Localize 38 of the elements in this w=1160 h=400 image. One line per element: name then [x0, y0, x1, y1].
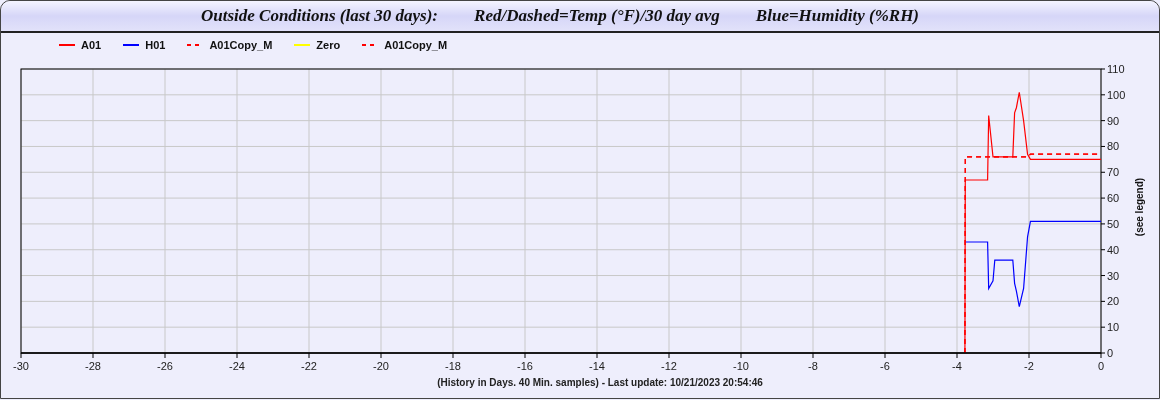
- x-tick-label: -6: [880, 360, 890, 372]
- x-tick-label: -22: [301, 360, 317, 372]
- y-tick-label: 80: [1107, 140, 1120, 153]
- y-tick-label: 30: [1107, 269, 1120, 282]
- x-tick-label: -16: [517, 360, 533, 372]
- x-tick-label: -20: [373, 360, 389, 372]
- x-tick-label: -28: [85, 360, 101, 372]
- legend-label: A01Copy_M: [384, 37, 448, 53]
- legend-label: Zero: [316, 37, 341, 53]
- chart-title: Blue=Humidity (%RH): [755, 5, 920, 28]
- x-tick-label: -2: [1024, 360, 1034, 372]
- y-tick-label: 20: [1107, 295, 1120, 308]
- x-tick-label: -30: [13, 360, 29, 372]
- footer-caption: (History in Days. 40 Min. samples) - Last update: 10/21/2023 20:54:46: [437, 376, 763, 390]
- y-tick-label: 40: [1107, 243, 1120, 256]
- y-tick-label: 90: [1107, 114, 1120, 127]
- y-tick-label: 100: [1107, 88, 1126, 101]
- y-tick-label: 110: [1107, 63, 1125, 75]
- legend-label: A01: [81, 37, 102, 53]
- legend-label: A01Copy_M: [209, 37, 273, 53]
- y-tick-label: 50: [1107, 217, 1120, 230]
- y-tick-label: 0: [1107, 347, 1114, 359]
- x-tick-label: -18: [445, 360, 461, 372]
- y-tick-label: 60: [1107, 192, 1120, 205]
- chart-title: Outside Conditions (last 30 days):: [200, 5, 439, 28]
- y-tick-label: 70: [1107, 166, 1120, 179]
- legend-label: H01: [145, 37, 166, 53]
- chart-title: Red/Dashed=Temp (°F)/30 day avg: [474, 5, 720, 28]
- x-tick-label: -24: [229, 360, 245, 372]
- x-tick-label: 0: [1097, 360, 1105, 372]
- x-tick-label: -4: [952, 360, 962, 372]
- x-tick-label: -8: [808, 360, 818, 372]
- y-axis-label: (see legend): [1134, 177, 1145, 237]
- x-tick-label: -12: [661, 360, 677, 372]
- x-tick-label: -10: [733, 360, 749, 372]
- x-tick-label: -26: [157, 360, 173, 372]
- y-tick-label: 10: [1107, 321, 1120, 334]
- x-tick-label: -14: [589, 360, 605, 372]
